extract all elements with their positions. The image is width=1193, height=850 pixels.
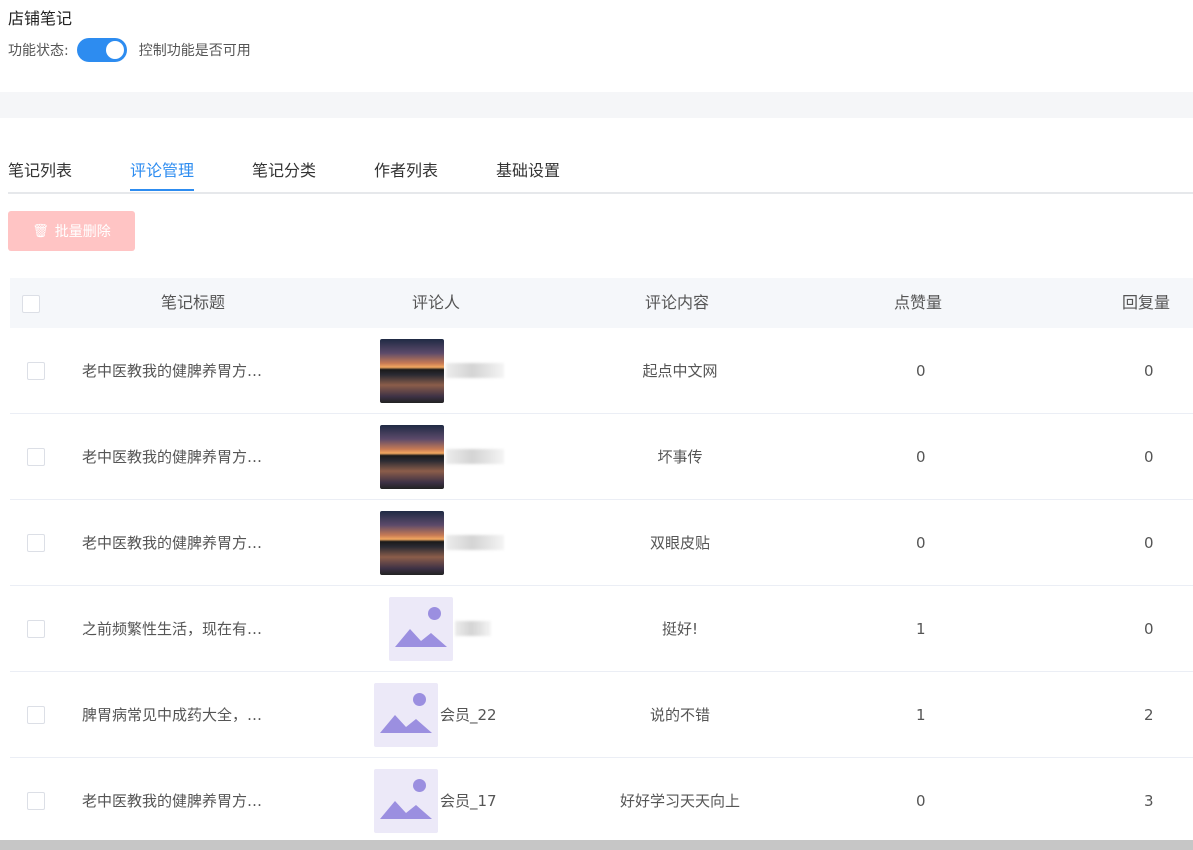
table-row: 老中医教我的健脾养胃方… 坏事传 0 0 (10, 414, 1193, 500)
comment-content: 说的不错 (649, 706, 710, 724)
tab-bar: 笔记列表 评论管理 笔记分类 作者列表 基础设置 (8, 150, 1193, 194)
table-row: 老中医教我的健脾养胃方… 双眼皮贴 0 0 (10, 500, 1193, 586)
blurred-name (446, 535, 504, 550)
status-description: 控制功能是否可用 (138, 43, 251, 59)
tab-note-list[interactable]: 笔记列表 (8, 157, 72, 189)
comments-table: 笔记标题 评论人 评论内容 点赞量 回复量 老中医教我的健脾养胃方… 起点中文网… (10, 278, 1193, 844)
like-count: 0 (916, 447, 926, 466)
header-likes: 点赞量 (894, 293, 943, 312)
trash-icon: 🗑 (32, 223, 49, 239)
blurred-name (455, 621, 491, 636)
reply-count: 0 (1144, 533, 1154, 552)
row-checkbox[interactable] (27, 705, 45, 724)
row-checkbox[interactable] (27, 533, 45, 552)
note-title: 老中医教我的健脾养胃方… (82, 792, 263, 810)
row-checkbox[interactable] (27, 791, 45, 810)
header-note-title: 笔记标题 (161, 293, 226, 312)
reply-count: 0 (1144, 447, 1154, 466)
header-commenter: 评论人 (412, 293, 461, 312)
comment-content: 起点中文网 (642, 362, 718, 380)
avatar (380, 338, 444, 403)
reply-count: 0 (1144, 619, 1154, 638)
tab-basic-settings[interactable]: 基础设置 (496, 157, 560, 189)
table-row: 之前频繁性生活，现在有… 挺好! 1 0 (10, 586, 1193, 672)
like-count: 0 (916, 361, 926, 380)
comment-content: 好好学习天天向上 (619, 792, 740, 810)
image-placeholder-icon (374, 768, 438, 833)
row-checkbox[interactable] (27, 361, 45, 380)
commenter-name: 会员_17 (440, 792, 497, 810)
page-title: 店铺笔记 (8, 9, 73, 28)
toggle-knob (105, 41, 124, 59)
feature-toggle[interactable] (76, 38, 127, 62)
reply-count: 3 (1144, 791, 1154, 810)
reply-count: 2 (1144, 705, 1154, 724)
status-row: 功能状态: 控制功能是否可用 (8, 36, 251, 64)
comment-content: 坏事传 (657, 448, 703, 466)
batch-delete-label: 批量删除 (54, 224, 111, 240)
commenter-name: 会员_22 (440, 706, 497, 724)
header-comment-content: 评论内容 (645, 293, 710, 312)
reply-count: 0 (1144, 361, 1154, 380)
avatar (380, 510, 444, 575)
section-divider (0, 92, 1193, 118)
note-title: 老中医教我的健脾养胃方… (82, 448, 263, 466)
image-placeholder-icon (374, 682, 438, 747)
table-header: 笔记标题 评论人 评论内容 点赞量 回复量 (10, 278, 1193, 328)
tab-author-list[interactable]: 作者列表 (374, 157, 438, 189)
image-placeholder-icon (389, 596, 453, 661)
note-title: 之前频繁性生活，现在有… (82, 620, 263, 638)
row-checkbox[interactable] (27, 619, 45, 638)
like-count: 1 (916, 619, 926, 638)
note-title: 老中医教我的健脾养胃方… (82, 534, 263, 552)
page-header: 店铺笔记 功能状态: 控制功能是否可用 (0, 0, 1193, 92)
header-replies: 回复量 (1122, 293, 1171, 312)
comment-content: 双眼皮贴 (649, 534, 710, 552)
blurred-name (446, 363, 504, 378)
note-title: 老中医教我的健脾养胃方… (82, 362, 263, 380)
table-row: 老中医教我的健脾养胃方… 会员_17 好好学习天天向上 0 3 (10, 758, 1193, 844)
status-label: 功能状态: (8, 43, 69, 59)
horizontal-scrollbar[interactable] (0, 840, 1193, 850)
table-row: 老中医教我的健脾养胃方… 起点中文网 0 0 (10, 328, 1193, 414)
row-checkbox[interactable] (27, 447, 45, 466)
avatar (380, 424, 444, 489)
note-title: 脾胃病常见中成药大全，… (82, 706, 263, 724)
like-count: 1 (916, 705, 926, 724)
like-count: 0 (916, 533, 926, 552)
table-row: 脾胃病常见中成药大全，… 会员_22 说的不错 1 2 (10, 672, 1193, 758)
tab-note-category[interactable]: 笔记分类 (252, 157, 316, 189)
select-all-checkbox[interactable] (22, 295, 40, 313)
like-count: 0 (916, 791, 926, 810)
tab-comment-management[interactable]: 评论管理 (130, 157, 195, 191)
batch-delete-button[interactable]: 🗑 批量删除 (8, 211, 135, 251)
blurred-name (446, 449, 504, 464)
comment-content: 挺好! (661, 620, 698, 638)
